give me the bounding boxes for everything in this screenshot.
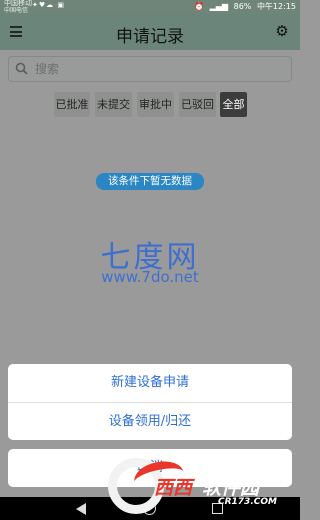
alarm-icon: ⏰ bbox=[194, 2, 205, 11]
filter-tab-approved[interactable]: 已批准 bbox=[54, 92, 90, 117]
search-icon bbox=[15, 62, 28, 75]
watermark-url: www.7do.net bbox=[101, 268, 199, 286]
status-filter-bar: 已批准 未提交 审批中 已驳回 全部 bbox=[0, 92, 300, 118]
new-device-request-button[interactable]: 新建设备申请 bbox=[8, 364, 292, 402]
filter-tab-pending[interactable]: 审批中 bbox=[137, 92, 174, 117]
logo-text-red: 西西 bbox=[154, 477, 193, 499]
status-bar: 中国移动 中国电信 ✦♥☁ ▣ ⏰ ▂▄▆ 86% 中午12:15 bbox=[0, 0, 300, 14]
filter-tab-rejected[interactable]: 已驳回 bbox=[179, 92, 216, 117]
page-title: 申请记录 bbox=[116, 27, 184, 47]
carrier-primary: 中国移动 bbox=[4, 0, 32, 7]
battery-level: 86% bbox=[233, 2, 252, 11]
signal-icon: ▂▄▆ bbox=[209, 2, 229, 11]
empty-state-message: 该条件下暂无数据 bbox=[96, 173, 204, 190]
device-borrow-return-button[interactable]: 设备领用/归还 bbox=[8, 403, 292, 440]
notification-icons: ✦♥☁ ▣ bbox=[32, 1, 65, 9]
app-header: 申请记录 ⚙ bbox=[0, 14, 300, 50]
clock: 中午12:15 bbox=[256, 2, 296, 11]
logo-text-white: 软件园 bbox=[202, 477, 260, 499]
action-sheet: 新建设备申请 设备领用/归还 bbox=[8, 364, 292, 440]
logo-domain: CR173.COM bbox=[218, 497, 277, 507]
search-box[interactable] bbox=[8, 56, 292, 82]
search-input[interactable] bbox=[35, 60, 285, 78]
gear-icon[interactable]: ⚙ bbox=[274, 23, 290, 39]
carrier-secondary: 中国电信 bbox=[4, 7, 29, 14]
status-indicators: ⏰ ▂▄▆ 86% 中午12:15 bbox=[191, 1, 296, 12]
filter-tab-unsubmitted[interactable]: 未提交 bbox=[95, 92, 132, 117]
filter-tab-all[interactable]: 全部 bbox=[220, 92, 247, 117]
back-icon[interactable] bbox=[76, 503, 86, 515]
site-logo: 西西 软件园 CR173.COM bbox=[104, 452, 300, 518]
